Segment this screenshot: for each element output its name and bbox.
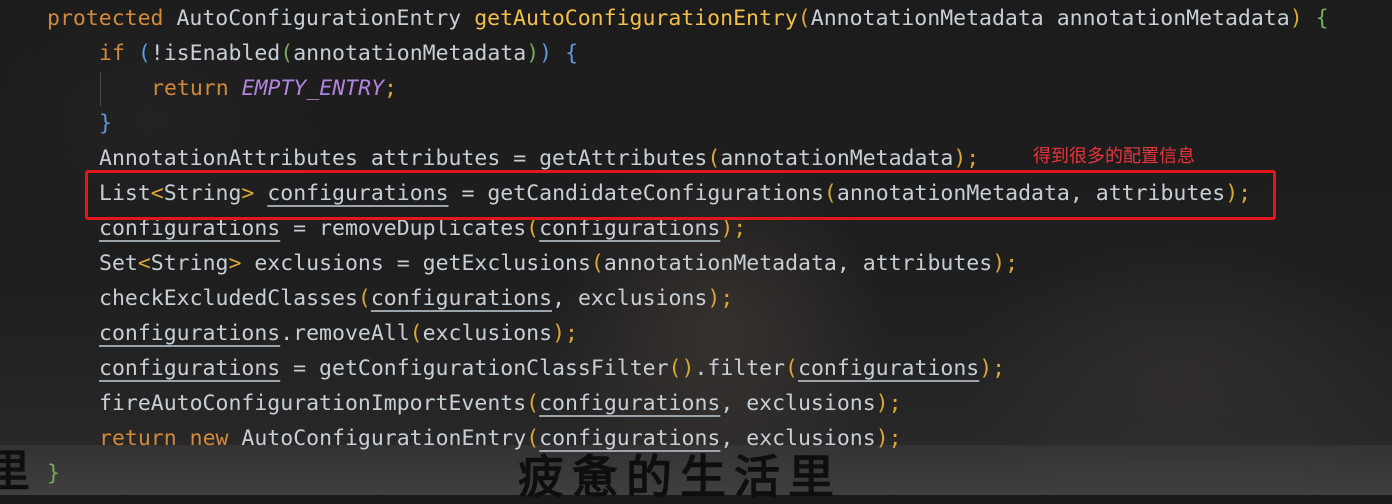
brace-close: }	[99, 111, 112, 136]
paren-close: )	[526, 41, 540, 66]
call-isEnabled: !isEnabled	[150, 41, 281, 66]
code-line-fire-events[interactable]: fireAutoConfigurationImportEvents(config…	[99, 386, 902, 421]
arg-annotationMetadata: annotationMetadata	[293, 41, 527, 66]
watermark-left-glyph: 里	[0, 446, 30, 497]
paren-open: (	[526, 391, 540, 416]
code-line-filter[interactable]: configurations = getConfigurationClassFi…	[99, 351, 1005, 386]
code-line-exclusions-decl[interactable]: Set<String> exclusions = getExclusions(a…	[99, 246, 1018, 281]
paren-open: (	[785, 356, 798, 381]
brace-open: {	[565, 41, 579, 66]
arg-configurations: configurations	[539, 391, 721, 416]
semicolon: ;	[888, 391, 902, 416]
param-name: annotationMetadata	[1056, 6, 1290, 31]
arg-annotationMetadata: annotationMetadata	[720, 146, 954, 171]
paren-open: (	[280, 41, 294, 66]
code-line-return-empty[interactable]: return EMPTY_ENTRY;	[151, 71, 397, 106]
code-line-check-excluded[interactable]: checkExcludedClasses(configurations, exc…	[99, 281, 733, 316]
semicolon: ;	[384, 76, 397, 101]
semicolon: ;	[720, 286, 734, 311]
constant-empty-entry: EMPTY_ENTRY	[241, 76, 385, 101]
paren-close: )	[875, 426, 889, 451]
paren-open: (	[526, 426, 540, 451]
code-line-close-if[interactable]: }	[99, 106, 112, 141]
code-line-remove-all[interactable]: configurations.removeAll(exclusions);	[99, 316, 578, 351]
type-set: Set	[99, 251, 138, 276]
assign-call: exclusions = getExclusions	[241, 251, 591, 276]
paren-close: )	[552, 321, 566, 346]
generic-close: >	[228, 251, 242, 276]
arg-configurations: configurations	[370, 286, 553, 311]
generic-open: <	[137, 251, 151, 276]
code-line-return-new[interactable]: return new AutoConfigurationEntry(config…	[99, 421, 902, 456]
code-line-method-signature[interactable]: protected AutoConfigurationEntry getAuto…	[47, 1, 1329, 36]
semicolon: ;	[888, 426, 902, 451]
assign-call: = getConfigurationClassFilter	[280, 356, 669, 381]
generic-type: String	[150, 251, 229, 276]
semicolon: ;	[992, 356, 1006, 381]
semicolon: ;	[1005, 251, 1019, 276]
keyword-return: return	[151, 76, 229, 101]
method-name: getAutoConfigurationEntry	[474, 6, 798, 31]
keyword-new: new	[189, 426, 229, 451]
call-filter: .filter	[694, 356, 786, 381]
paren-close: )	[979, 356, 993, 381]
keyword-return: return	[99, 426, 177, 451]
paren-open: (	[797, 6, 811, 31]
paren-open: (	[357, 286, 371, 311]
code-line-close-method[interactable]: }	[47, 456, 60, 491]
paren-open: (	[409, 321, 423, 346]
paren-close: )	[707, 286, 721, 311]
brace-open: {	[1315, 6, 1329, 31]
arg-configurations: configurations	[539, 426, 721, 451]
call-checkExcludedClasses: checkExcludedClasses	[99, 286, 358, 311]
semicolon: ;	[966, 146, 980, 171]
keyword-if: if	[99, 41, 125, 66]
paren-close: )	[875, 391, 889, 416]
type-autoConfigurationEntry: AutoConfigurationEntry	[228, 426, 527, 451]
var-configurations: configurations	[99, 356, 281, 381]
semicolon: ;	[565, 321, 578, 346]
annotation-note: 得到很多的配置信息	[1033, 146, 1195, 167]
call-removeAll: .removeAll	[280, 321, 410, 346]
watermark-caption: 疲惫的生活里	[518, 450, 842, 504]
paren-close: )	[539, 41, 553, 66]
call-args-rest: , exclusions	[720, 426, 876, 451]
empty-parens: ()	[668, 356, 695, 381]
paren-close: )	[953, 146, 967, 171]
call-args-rest: , exclusions	[552, 286, 708, 311]
paren-open: (	[137, 41, 151, 66]
code-line-if[interactable]: if (!isEnabled(annotationMetadata)) {	[99, 36, 578, 71]
var-configurations: configurations	[99, 321, 281, 346]
call-args: annotationMetadata, attributes	[603, 251, 993, 276]
call-args-rest: , exclusions	[720, 391, 876, 416]
highlight-box	[85, 170, 1276, 220]
call-fireAutoConfigurationImportEvents: fireAutoConfigurationImportEvents	[99, 391, 527, 416]
indent-guide	[100, 72, 101, 106]
arg-configurations: configurations	[798, 356, 980, 381]
keyword-protected: protected	[47, 6, 164, 31]
attributes-statement: AnnotationAttributes attributes = getAtt…	[99, 146, 708, 171]
paren-close: )	[1289, 6, 1303, 31]
param-type: AnnotationMetadata	[810, 6, 1044, 31]
paren-open: (	[707, 146, 721, 171]
paren-close: )	[992, 251, 1006, 276]
brace-close: }	[47, 461, 60, 486]
paren-open: (	[590, 251, 604, 276]
arg-exclusions: exclusions	[422, 321, 553, 346]
return-type: AutoConfigurationEntry	[176, 6, 462, 31]
